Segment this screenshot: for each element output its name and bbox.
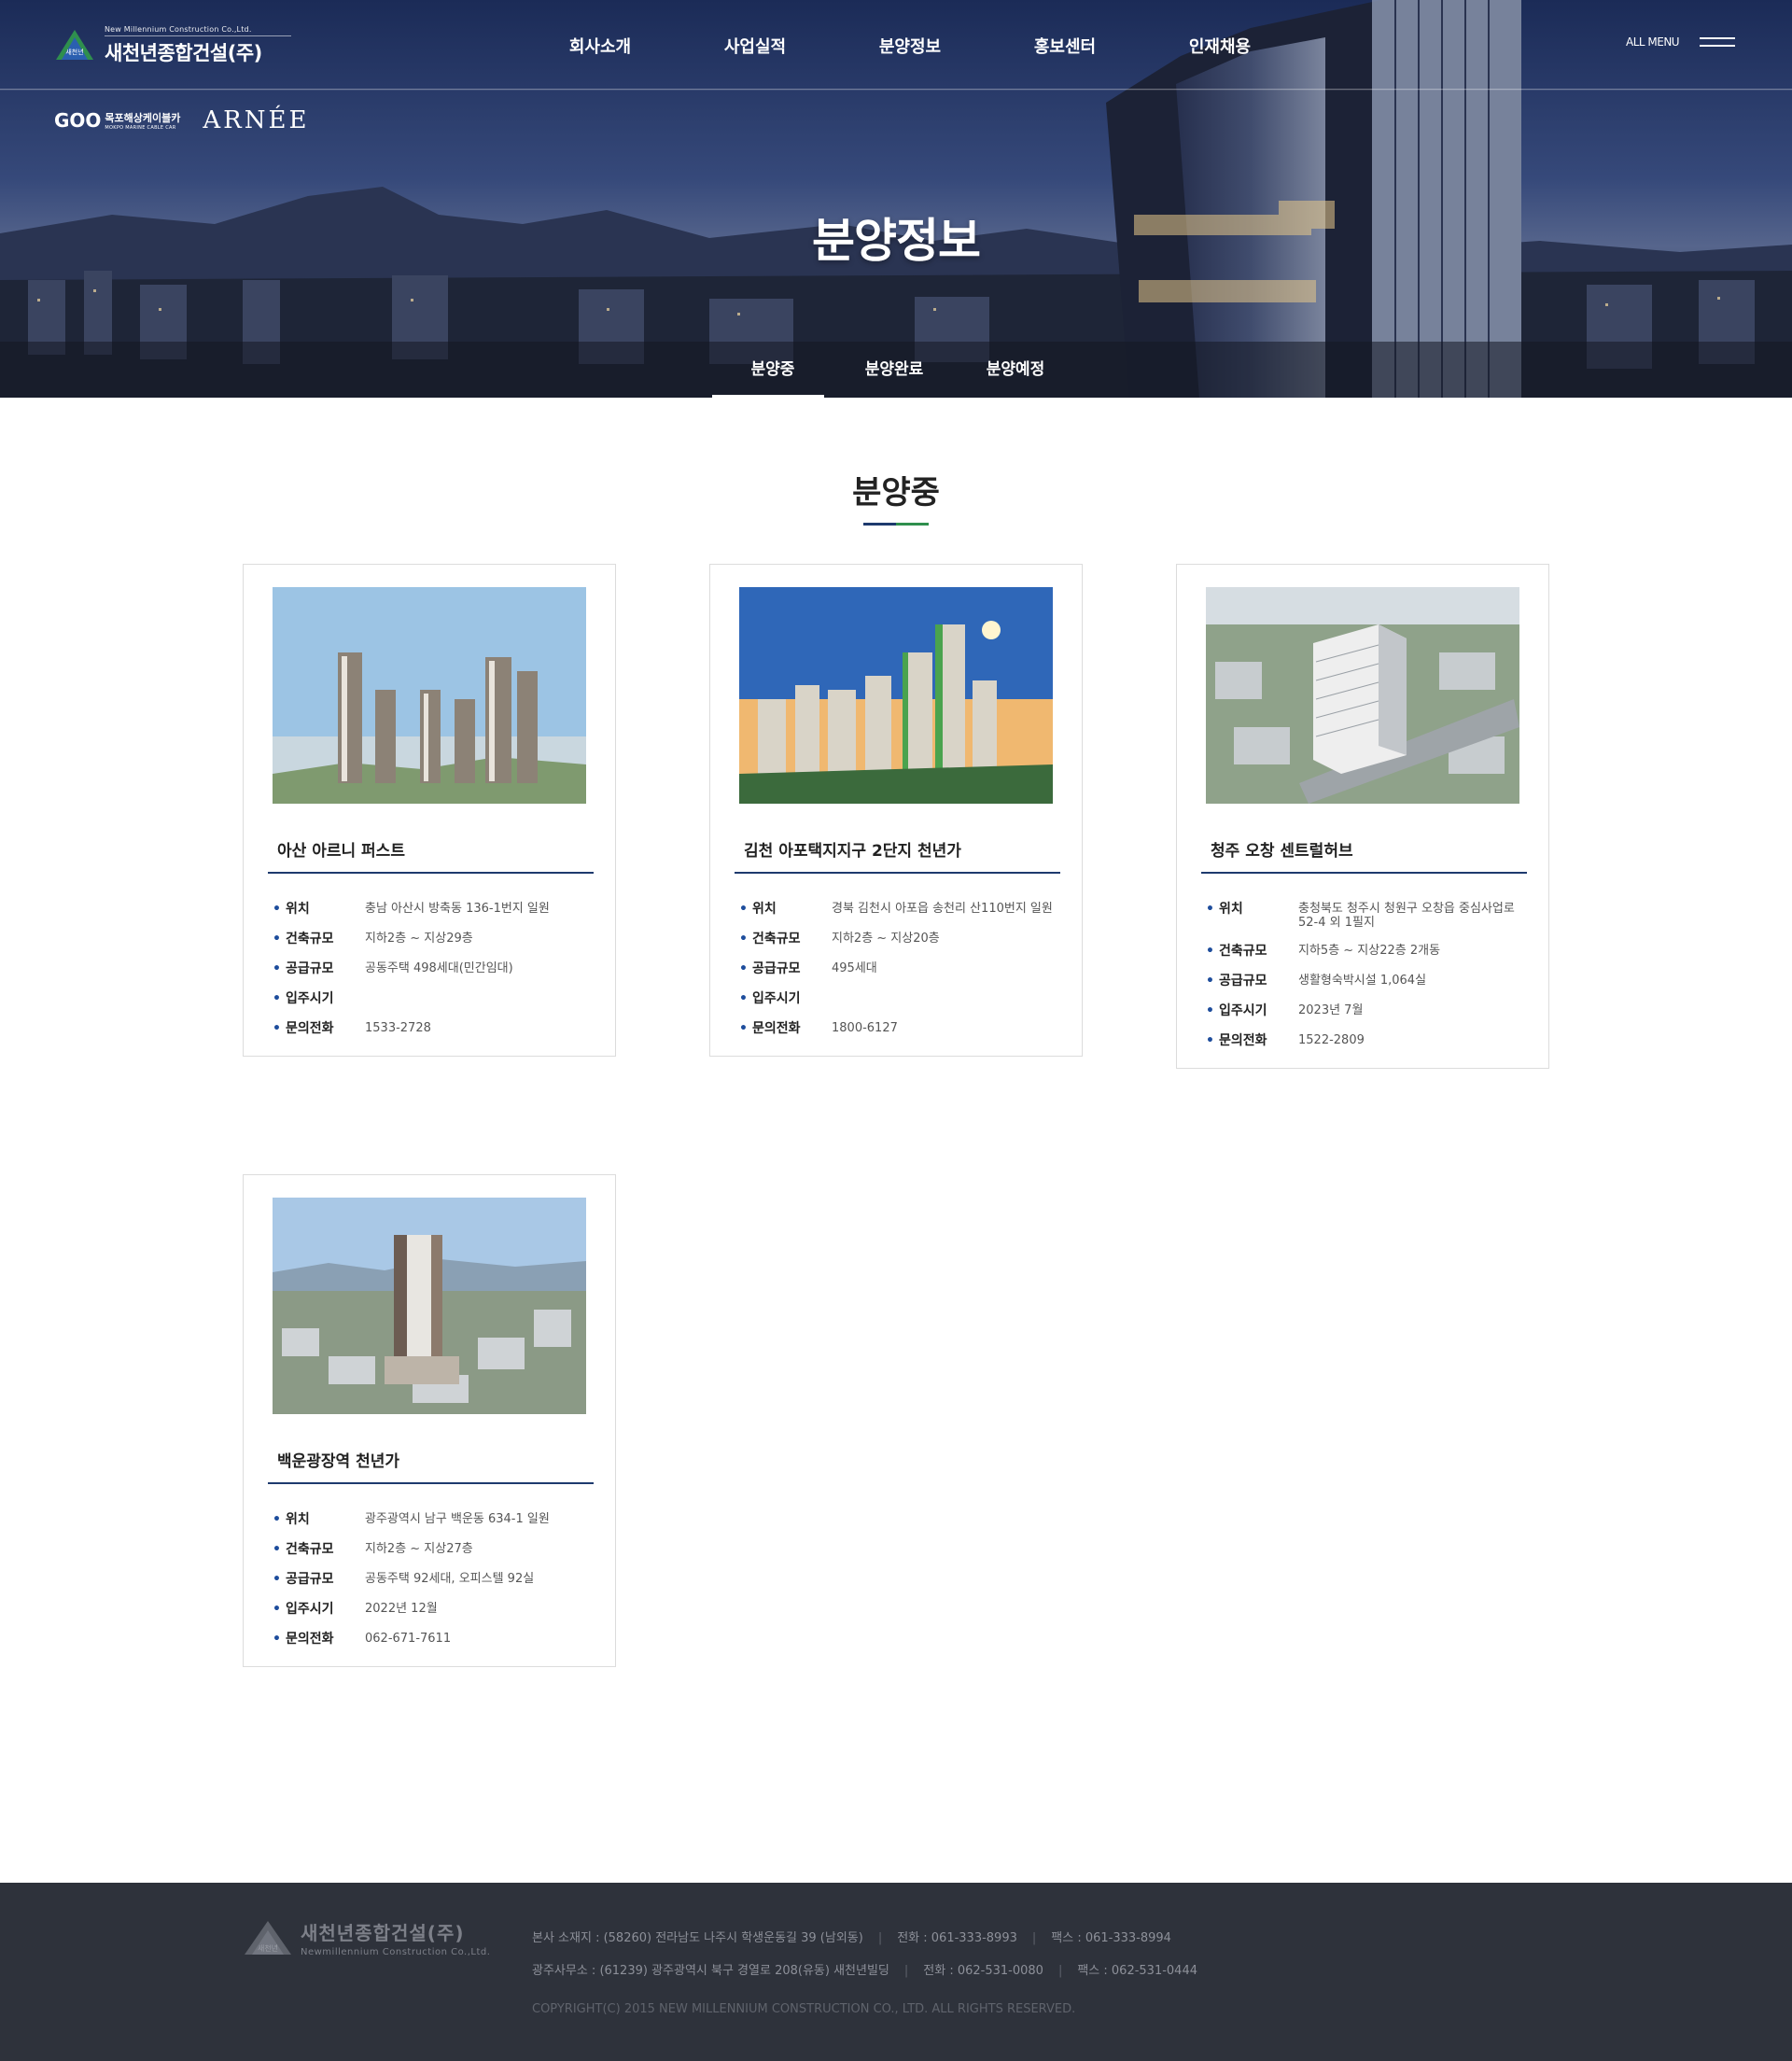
project-card[interactable]: 김천 아포택지지구 2단지 천년가 • 위치 경북 김천시 아포읍 송천리 산110… <box>709 564 1083 1057</box>
info-phone: • 문의전화 062-671-7611 <box>273 1632 452 1647</box>
hero-title: 분양정보 <box>812 214 981 268</box>
nav-business-record[interactable]: 사업실적 <box>678 34 833 58</box>
nav-company-intro[interactable]: 회사소개 <box>523 34 678 58</box>
info-phone: • 문의전화 1800-6127 <box>739 1021 898 1036</box>
partner-logos: GOO 목포해상케이블카 MOKPO MARINE CABLE CAR ARNÉ… <box>54 106 309 134</box>
svg-text:새천년: 새천년 <box>65 48 83 56</box>
info-location: • 위치 충청북도 청주시 청원구 오창읍 중심사업로 52-4 외 1필지 <box>1206 902 1515 930</box>
cable-car-icon: GOO <box>54 109 102 132</box>
cable-car-name-kr: 목포해상케이블카 <box>105 112 181 124</box>
project-image <box>273 1198 586 1414</box>
project-name: 김천 아포택지지구 2단지 천년가 <box>735 837 1060 874</box>
project-image <box>273 587 586 804</box>
footer-contact-info: 본사 소재지 : (58260) 전라남도 나주시 학생운동길 39 (남외동)… <box>532 1928 1197 1993</box>
project-name: 아산 아르니 퍼스트 <box>268 837 594 874</box>
info-scale: • 건축규모 지하2층 ~ 지상29층 <box>273 932 473 946</box>
info-scale: • 건축규모 지하5층 ~ 지상22층 2개동 <box>1206 944 1441 959</box>
project-info-list: • 위치 경북 김천시 아포읍 송천리 산110번지 일원 • 건축규모 지하2층 ~ … <box>739 902 1057 1037</box>
info-phone: • 문의전화 1522-2809 <box>1206 1033 1365 1048</box>
project-name: 백운광장역 천년가 <box>268 1448 594 1484</box>
info-move-in: • 입주시기 <box>739 991 801 1006</box>
section-title: 분양중 <box>852 474 940 512</box>
info-scale: • 건축규모 지하2층 ~ 지상27층 <box>273 1542 473 1557</box>
info-supply: • 공급규모 공동주택 498세대(민간임대) <box>273 961 513 976</box>
footer-company-name-kr: 새천년종합건설(주) <box>301 1922 465 1944</box>
footer-hq-line: 본사 소재지 : (58260) 전라남도 나주시 학생운동길 39 (남외동)… <box>532 1931 1171 1945</box>
company-logo[interactable]: 새천년 New Millennium Construction Co.,Ltd.… <box>54 25 297 65</box>
project-image <box>739 587 1053 804</box>
info-move-in: • 입주시기 <box>273 991 334 1006</box>
tab-sold-out[interactable]: 분양완료 <box>833 342 955 398</box>
arnee-brand-logo[interactable]: ARNÉE <box>203 106 309 134</box>
info-move-in: • 입주시기 2023년 7월 <box>1206 1003 1364 1018</box>
project-info-list: • 위치 충청북도 청주시 청원구 오창읍 중심사업로 52-4 외 1필지 • 건축… <box>1206 902 1524 1049</box>
info-scale: • 건축규모 지하2층 ~ 지상20층 <box>739 932 940 946</box>
info-location: • 위치 충남 아산시 방축동 136-1번지 일원 <box>273 902 550 917</box>
footer-logo-mark-icon: 새천년 <box>245 1921 291 1955</box>
hamburger-icon <box>1700 35 1736 49</box>
info-supply: • 공급규모 공동주택 92세대, 오피스텔 92실 <box>273 1572 535 1587</box>
project-image <box>1206 587 1519 804</box>
info-location: • 위치 광주광역시 남구 백운동 634-1 일원 <box>273 1512 550 1527</box>
footer-office-line: 광주사무소 : (61239) 광주광역시 북구 경열로 208(유동) 새천년… <box>532 1964 1198 1978</box>
footer-company-name-en: Newmillennium Construction Co.,Ltd. <box>301 1947 491 1957</box>
tab-on-sale[interactable]: 분양중 <box>712 342 833 398</box>
all-menu-button[interactable]: ALL MENU <box>1626 35 1736 49</box>
sub-navigation: 분양중 분양완료 분양예정 <box>0 342 1792 398</box>
project-name: 청주 오창 센트럴허브 <box>1201 837 1527 874</box>
footer-copyright: COPYRIGHT(C) 2015 NEW MILLENNIUM CONSTRU… <box>532 2002 1076 2016</box>
info-move-in: • 입주시기 2022년 12월 <box>273 1602 438 1617</box>
info-location: • 위치 경북 김천시 아포읍 송천리 산110번지 일원 <box>739 902 1053 917</box>
main-menu: 회사소개 사업실적 분양정보 홍보센터 인재채용 <box>523 34 1297 58</box>
nav-pr-center[interactable]: 홍보센터 <box>987 34 1142 58</box>
company-name-kr: 새천년종합건설(주) <box>105 42 262 64</box>
info-supply: • 공급규모 생활형숙박시설 1,064실 <box>1206 974 1427 988</box>
info-supply: • 공급규모 495세대 <box>739 961 877 976</box>
footer-logo[interactable]: 새천년 새천년종합건설(주) Newmillennium Constructio… <box>243 1917 490 1958</box>
cable-car-name-en: MOKPO MARINE CABLE CAR <box>105 125 176 131</box>
nav-sales-info[interactable]: 분양정보 <box>833 34 987 58</box>
project-card[interactable]: 아산 아르니 퍼스트 • 위치 충남 아산시 방축동 136-1번지 일원 • 건축규… <box>243 564 616 1057</box>
all-menu-label: ALL MENU <box>1626 35 1680 49</box>
nav-recruit[interactable]: 인재채용 <box>1142 34 1297 58</box>
company-logo-mark-icon: 새천년 <box>54 28 95 63</box>
project-info-list: • 위치 충남 아산시 방축동 136-1번지 일원 • 건축규모 지하2층 ~ 지상2… <box>273 902 591 1037</box>
project-info-list: • 위치 광주광역시 남구 백운동 634-1 일원 • 건축규모 지하2층 ~ 지상2… <box>273 1512 591 1647</box>
company-name-en: New Millennium Construction Co.,Ltd. <box>105 25 291 36</box>
global-navigation-bar: 새천년 New Millennium Construction Co.,Ltd.… <box>0 0 1792 90</box>
hero-banner: 새천년 New Millennium Construction Co.,Ltd.… <box>0 0 1792 398</box>
tab-upcoming[interactable]: 분양예정 <box>955 342 1076 398</box>
project-card[interactable]: 백운광장역 천년가 • 위치 광주광역시 남구 백운동 634-1 일원 • 건축규모… <box>243 1174 616 1667</box>
info-phone: • 문의전화 1533-2728 <box>273 1021 431 1036</box>
site-footer: 새천년 새천년종합건설(주) Newmillennium Constructio… <box>0 1883 1792 2061</box>
mokpo-cable-car-logo[interactable]: GOO 목포해상케이블카 MOKPO MARINE CABLE CAR <box>54 109 180 132</box>
svg-text:새천년: 새천년 <box>258 1943 278 1953</box>
project-card[interactable]: 청주 오창 센트럴허브 • 위치 충청북도 청주시 청원구 오창읍 중심사업로 52… <box>1176 564 1549 1069</box>
title-underline <box>863 523 929 526</box>
